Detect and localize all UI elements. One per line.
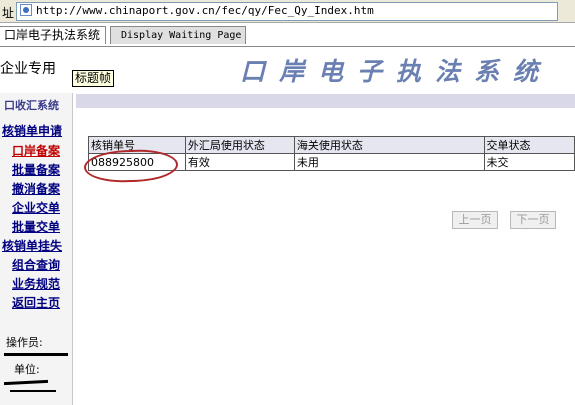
sidebar-item-enterprise-submit[interactable]: 企业交单: [12, 199, 60, 216]
sidebar-item-cancel-filing[interactable]: 撤消备案: [12, 180, 60, 197]
sidebar-item-verification-apply[interactable]: 核销单申请: [2, 122, 62, 139]
unit-label: 单位:: [14, 363, 40, 376]
table-header-row: 核销单号 外汇局使用状态 海关使用状态 交单状态: [88, 136, 575, 154]
banner-title: 口岸电子执法系统: [240, 57, 553, 86]
submit-status-cell: 未交: [483, 153, 575, 171]
sidebar-title: 口收汇系统: [4, 99, 59, 112]
operator-label: 操作员:: [6, 336, 43, 349]
forex-status-cell: 有效: [184, 153, 295, 171]
redacted-operator: [4, 353, 68, 356]
next-page-button[interactable]: 下一页: [510, 211, 556, 229]
sidebar-item-report-loss[interactable]: 核销单挂失: [2, 237, 62, 254]
page-icon: [20, 4, 32, 16]
column-header: 海关使用状态: [293, 136, 485, 154]
sidebar-item-batch-filing[interactable]: 批量备案: [12, 161, 60, 178]
sidebar-item-combined-query[interactable]: 组合查询: [12, 256, 60, 273]
address-label: 址: [2, 6, 15, 20]
column-header: 交单状态: [483, 136, 575, 154]
redacted-unit-line: [10, 390, 56, 392]
content-top-strip: [76, 94, 575, 108]
column-header: 外汇局使用状态: [184, 136, 295, 154]
customs-status-cell: 未用: [293, 153, 485, 171]
tab-display-waiting-page[interactable]: Display Waiting Page: [110, 26, 246, 44]
sidebar-item-business-rules[interactable]: 业务规范: [12, 275, 60, 292]
frame-tooltip: 标题帧: [72, 70, 115, 87]
sidebar-item-batch-submit[interactable]: 批量交单: [12, 218, 60, 235]
company-label: 企业专用: [0, 61, 56, 77]
prev-page-button[interactable]: 上一页: [452, 211, 498, 229]
url-text[interactable]: http://www.chinaport.gov.cn/fec/qy/Fec_Q…: [36, 4, 374, 17]
sidebar-item-port-filing[interactable]: 口岸备案: [12, 142, 60, 159]
sidebar-item-home[interactable]: 返回主页: [12, 294, 60, 311]
tab-port-system[interactable]: 口岸电子执法系统: [0, 26, 106, 44]
